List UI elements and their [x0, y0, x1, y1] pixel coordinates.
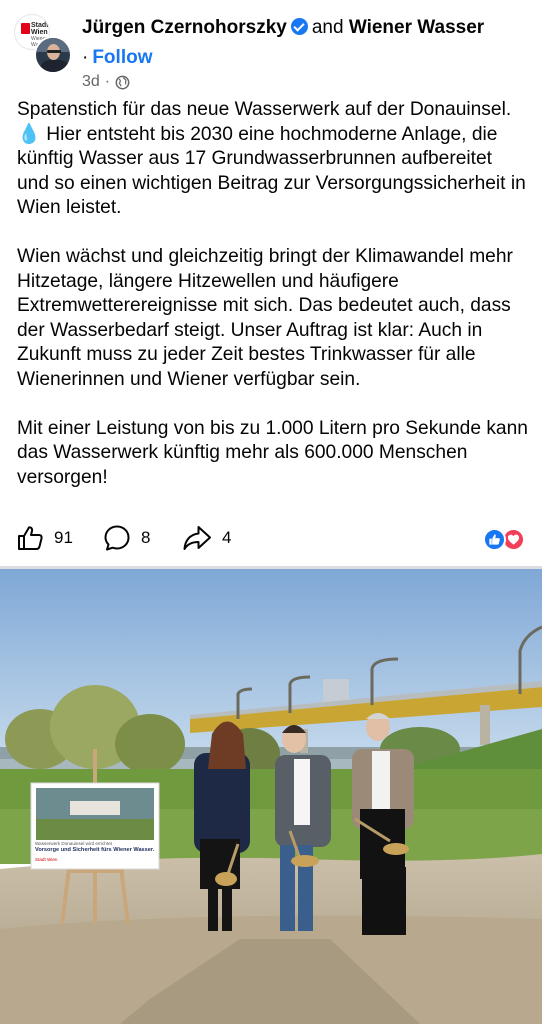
comment-bubble-icon	[104, 525, 130, 551]
post-meta: 3d ·	[82, 72, 130, 92]
post-paragraph: Spatenstich für das neue Wasserwerk auf …	[17, 99, 526, 218]
separator-dot: ·	[82, 47, 89, 68]
sign-headline: Vorsorge und Sicherheit fürs Wiener Wass…	[35, 847, 155, 853]
action-bar: 91 8 4	[0, 518, 542, 560]
post-header: Stadt Wien Wiener Wasser Jürgen Czernoho…	[0, 0, 542, 100]
coauthor-name[interactable]: Wiener Wasser	[349, 17, 484, 38]
author-avatars[interactable]: Stadt Wien Wiener Wasser	[14, 14, 72, 74]
like-reaction-icon	[483, 528, 506, 551]
like-count: 91	[54, 528, 73, 547]
logo-text: Stadt Wien	[31, 22, 49, 36]
share-arrow-icon	[183, 526, 211, 550]
sign-text: Wasserwerk Donauinsel wird errichtet Vor…	[35, 841, 155, 863]
post-paragraph: Wien wächst und gleichzeitig bringt der …	[17, 246, 513, 390]
sign-logo: Stadt Wien	[35, 857, 58, 862]
post-paragraph: Mit einer Leistung von bis zu 1.000 Lite…	[17, 417, 528, 488]
follow-line: · Follow	[82, 46, 152, 70]
share-button[interactable]: 4	[182, 524, 231, 552]
comment-button[interactable]: 8	[103, 524, 150, 552]
droplet-emoji-icon: 💧	[17, 123, 41, 145]
follow-button[interactable]: Follow	[92, 47, 152, 68]
globe-icon[interactable]	[115, 75, 130, 90]
thumbs-up-icon	[18, 526, 43, 550]
author-line: Jürgen Czernohorszky and Wiener Wasser	[82, 16, 522, 40]
author-name[interactable]: Jürgen Czernohorszky	[82, 17, 287, 38]
comment-count: 8	[141, 528, 151, 547]
meta-separator: ·	[104, 73, 111, 90]
share-count: 4	[222, 528, 232, 547]
groundbreaking-photo	[0, 569, 542, 1024]
post-timestamp[interactable]: 3d	[82, 72, 100, 92]
author-avatar[interactable]	[34, 36, 72, 74]
post-body: Spatenstich für das neue Wasserwerk auf …	[17, 98, 529, 515]
like-button[interactable]: 91	[16, 524, 73, 552]
post-photo[interactable]: Wasserwerk Donauinsel wird errichtet Vor…	[0, 569, 542, 1024]
reaction-icons[interactable]	[483, 528, 527, 552]
verified-badge-icon	[290, 18, 308, 35]
stadt-wien-logo-icon	[21, 23, 30, 34]
author-connector: and	[311, 17, 344, 38]
